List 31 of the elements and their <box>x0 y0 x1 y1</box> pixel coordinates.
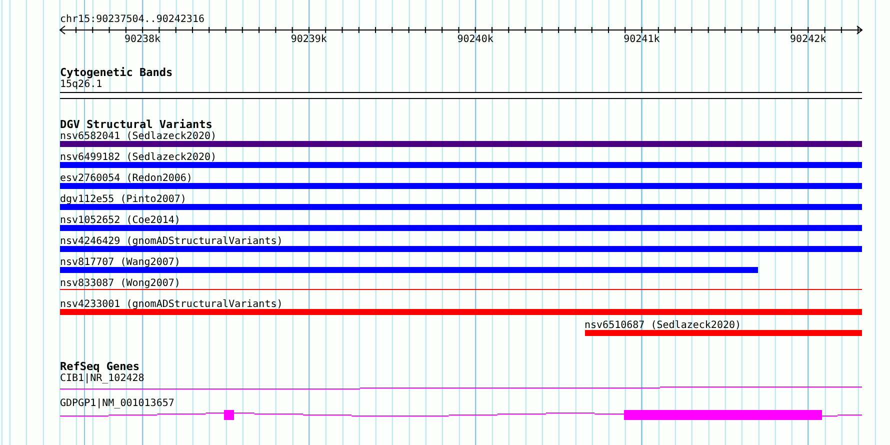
variant-feature[interactable] <box>60 225 862 231</box>
variant-label: dgv112e55 (Pinto2007) <box>60 194 186 205</box>
variant-label: esv2760054 (Redon2006) <box>60 173 192 184</box>
tick-label: 90242k <box>790 34 826 45</box>
variant-label: nsv6499182 (Sedlazeck2020) <box>60 152 217 163</box>
tick-label: 90239k <box>290 34 327 45</box>
band-label: 15q26.1 <box>60 79 102 90</box>
variant-label: nsv6582041 (Sedlazeck2020) <box>60 131 217 142</box>
variant-label: nsv1052652 (Coe2014) <box>60 215 180 226</box>
variant-feature[interactable] <box>60 204 862 210</box>
gene-label: GDPGP1|NM_001013657 <box>60 398 174 409</box>
variant-label: nsv833087 (Wong2007) <box>60 278 180 289</box>
track-title: Cytogenetic Bands <box>60 67 173 79</box>
variant-feature[interactable] <box>60 309 862 315</box>
tick-label: 90241k <box>624 34 660 45</box>
track-title: DGV Structural Variants <box>60 119 212 131</box>
variant-feature[interactable] <box>60 246 862 252</box>
variant-label: nsv817707 (Wang2007) <box>60 257 180 268</box>
variant-label: nsv6510687 (Sedlazeck2020) <box>584 320 742 331</box>
gene-label: CIB1|NR_102428 <box>60 373 144 384</box>
location-label: chr15:90237504..90242316 <box>60 14 204 26</box>
variant-label: nsv4246429 (gnomADStructuralVariants) <box>60 236 283 247</box>
tick-label: 90238k <box>124 34 161 45</box>
variant-feature[interactable] <box>60 141 862 147</box>
variant-feature[interactable] <box>60 162 862 168</box>
variant-feature[interactable] <box>60 183 862 189</box>
variant-feature[interactable] <box>584 330 862 336</box>
track-title: RefSeq Genes <box>60 361 140 373</box>
tick-label: 90240k <box>457 34 494 45</box>
variant-label: nsv4233001 (gnomADStructuralVariants) <box>60 299 283 310</box>
variant-feature[interactable] <box>60 267 758 273</box>
